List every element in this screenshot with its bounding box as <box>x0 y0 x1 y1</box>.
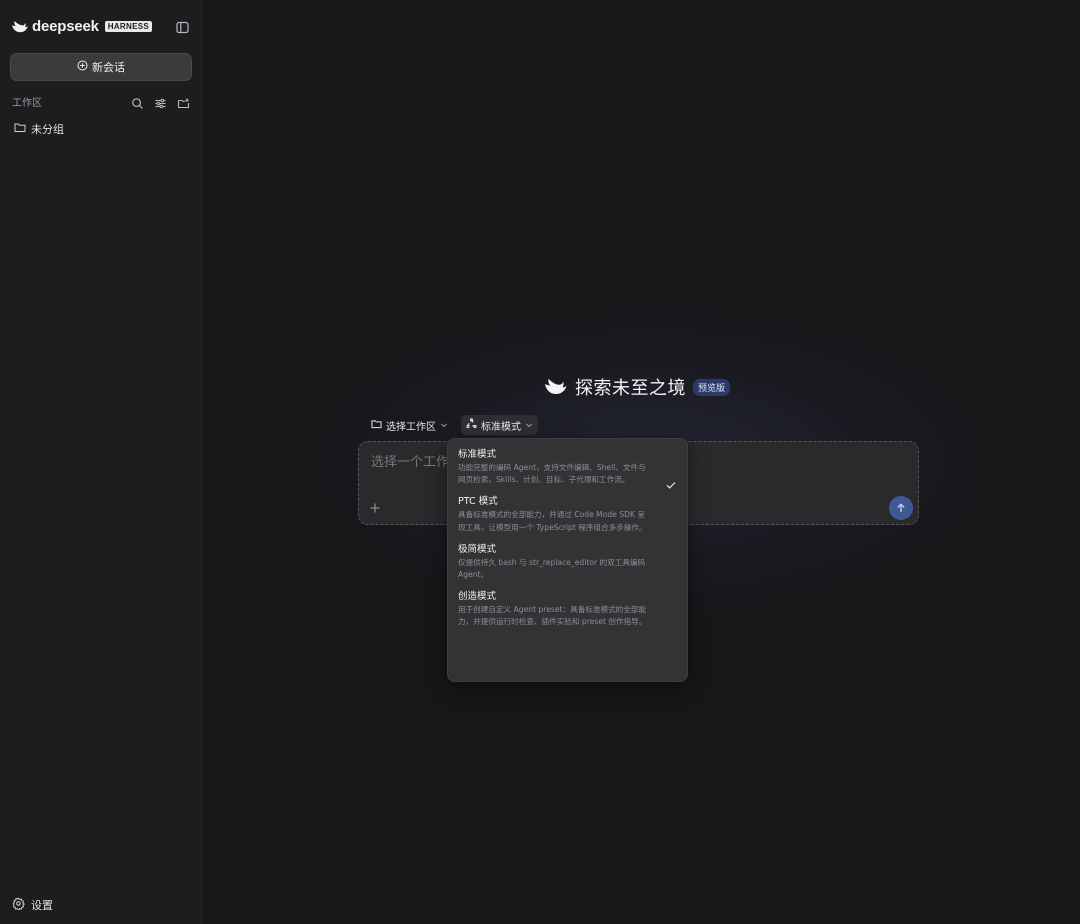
chevron-down-icon <box>440 421 448 429</box>
option-title: 创造模式 <box>458 591 497 603</box>
workspace-selector[interactable]: 选择工作区 <box>366 415 453 435</box>
sidebar-item-ungrouped[interactable]: 未分组 <box>14 121 64 137</box>
new-chat-label: 新会话 <box>92 61 125 74</box>
option-description: 仅提供持久 bash 与 str_replace_editor 的双工具编码 A… <box>458 557 646 580</box>
brand[interactable]: deepseek HARNESS <box>11 16 152 36</box>
chevron-down-icon <box>525 421 533 429</box>
filter-sliders-icon[interactable] <box>154 95 167 108</box>
arrow-up-icon <box>895 499 907 518</box>
mode-icon <box>466 418 477 432</box>
workspace-header: 工作区 <box>12 94 190 109</box>
attach-plus-icon[interactable] <box>368 500 382 514</box>
whale-logo-icon <box>11 19 29 33</box>
brand-name: deepseek <box>32 17 99 35</box>
send-button[interactable] <box>889 496 913 520</box>
mode-option-standard[interactable]: 标准模式 功能完整的编码 Agent，支持文件编辑、Shell、文件与网页检索、… <box>458 448 677 489</box>
gear-icon <box>12 897 25 913</box>
option-description: 具备标准模式的全部能力，并通过 Code Mode SDK 呈现工具，让模型用一… <box>458 510 647 532</box>
hero-title: 探索未至之境 <box>575 378 686 399</box>
workspace-label: 工作区 <box>12 97 42 109</box>
mode-selector[interactable]: 标准模式 <box>461 415 538 435</box>
group-label: 未分组 <box>31 123 64 136</box>
hero: 探索未至之境 预览版 <box>544 374 731 400</box>
sidebar: deepseek HARNESS 新会话 工作区 未分组 设置 <box>0 0 202 924</box>
option-description: 用于创建自定义 Agent preset：具备标准模式的全部能力，并提供运行时检… <box>458 605 647 627</box>
sidebar-toggle-icon[interactable] <box>176 19 189 34</box>
plus-circle-icon <box>77 60 88 74</box>
whale-logo-icon <box>544 377 568 397</box>
option-title: 极简模式 <box>458 543 497 555</box>
workspace-selector-label: 选择工作区 <box>386 421 436 433</box>
folder-icon <box>371 419 382 432</box>
settings-label: 设置 <box>31 899 53 912</box>
option-title: PTC 模式 <box>458 496 498 508</box>
option-description: 功能完整的编码 Agent，支持文件编辑、Shell、文件与网页检索、Skill… <box>458 463 646 485</box>
search-icon[interactable] <box>131 95 144 109</box>
preview-badge: 预览版 <box>693 378 731 396</box>
option-title: 标准模式 <box>458 449 497 460</box>
main-area: 探索未至之境 预览版 选择工作区 标准模式 选择一个工作区 标准模式 功能完整的… <box>202 0 1080 924</box>
checkmark-icon <box>665 476 677 489</box>
folder-icon <box>14 122 26 136</box>
settings-button[interactable]: 设置 <box>12 897 53 913</box>
new-chat-button[interactable]: 新会话 <box>10 53 192 81</box>
selector-row: 选择工作区 标准模式 <box>366 415 538 435</box>
mode-selector-label: 标准模式 <box>481 421 521 433</box>
mode-option-create[interactable]: 创造模式 用于创建自定义 Agent preset：具备标准模式的全部能力，并提… <box>458 590 677 628</box>
new-folder-icon[interactable] <box>177 95 190 108</box>
mode-dropdown: 标准模式 功能完整的编码 Agent，支持文件编辑、Shell、文件与网页检索、… <box>447 438 688 682</box>
mode-option-minimal[interactable]: 极简模式 仅提供持久 bash 与 str_replace_editor 的双工… <box>458 543 677 581</box>
mode-option-ptc[interactable]: PTC 模式 具备标准模式的全部能力，并通过 Code Mode SDK 呈现工… <box>458 495 677 533</box>
brand-badge: HARNESS <box>104 20 152 32</box>
